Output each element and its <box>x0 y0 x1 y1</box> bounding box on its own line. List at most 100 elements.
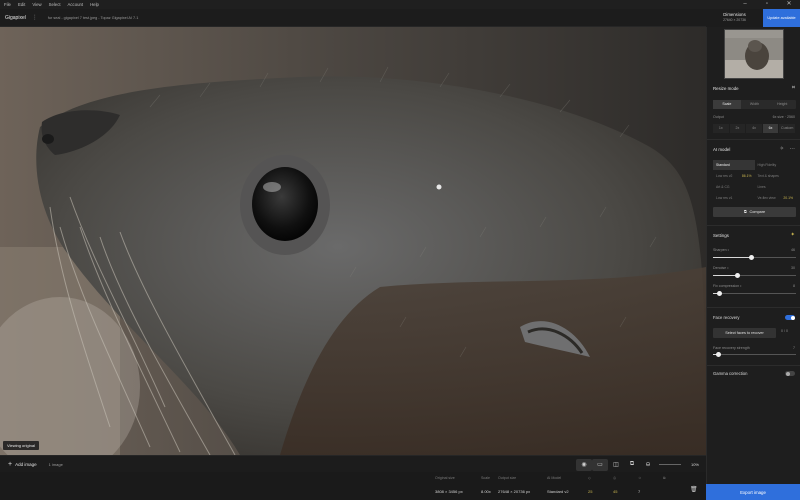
status-value-original: 3808 × 3456 px <box>435 489 463 494</box>
status-bar: Original size 3808 × 3456 px Scale 8.00x… <box>0 472 706 500</box>
status-header-model: AI Model <box>547 476 562 480</box>
image-count: 1 image <box>48 461 63 467</box>
model-lines[interactable]: Lines <box>755 182 797 192</box>
denoise-slider-knob[interactable] <box>735 273 741 278</box>
scale-2x[interactable]: 2x <box>729 124 746 133</box>
app-name: Gigapixel <box>5 14 26 21</box>
zoom-icon[interactable]: ⊖ <box>640 459 656 471</box>
sharpen-slider[interactable] <box>713 255 796 260</box>
export-image-button[interactable]: Export image <box>706 484 800 500</box>
denoise-value: 30 <box>791 266 795 270</box>
tab-width[interactable]: Width <box>741 100 769 109</box>
status-value-denoise: 45 <box>613 489 618 494</box>
model-row: Standard High Fidelity <box>713 160 796 170</box>
faces-count-row: 0 / 0 <box>781 329 795 333</box>
scale-4x[interactable]: 4x <box>746 124 762 133</box>
menu-edit[interactable]: Edit <box>18 2 25 7</box>
denoise-slider[interactable] <box>713 273 796 278</box>
menu-account[interactable]: Account <box>68 2 84 7</box>
face-strength-label: Face recovery strength <box>713 346 750 350</box>
scale-6x[interactable]: 6x <box>762 124 779 133</box>
info-icon[interactable]: • <box>728 248 729 252</box>
denoise-row: Denoise • 30 <box>713 266 795 270</box>
model-high-fidelity[interactable]: High Fidelity <box>755 160 797 170</box>
fix-compression-slider-knob[interactable] <box>717 291 723 296</box>
info-icon[interactable]: • <box>727 266 728 270</box>
trash-icon[interactable]: 🗑 <box>690 486 698 493</box>
gamma-toggle[interactable] <box>785 371 795 376</box>
model-very-compressed[interactable]: Ve-flex view 20.1% <box>755 193 797 203</box>
menu-select[interactable]: Select <box>49 2 61 7</box>
file-path: fur seal - gigapixel 7 test.jpeg - Topaz… <box>47 15 139 20</box>
compare-button[interactable]: ⧉ Compare <box>713 207 796 217</box>
face-strength-row: Face recovery strength 7 <box>713 346 795 350</box>
ai-model-label: AI model <box>713 146 731 152</box>
denoise-label-text: Denoise <box>713 266 727 270</box>
image-viewer[interactable] <box>0 27 706 455</box>
preview-eye-icon[interactable]: ◉ <box>576 458 592 471</box>
model-row: Low res v2 86.1% Text & shapes <box>713 171 796 181</box>
ai-model-actions: ✧ ⋯ <box>780 146 796 152</box>
status-value-model: Standard v2 <box>547 489 569 494</box>
zoom-slider[interactable] <box>659 464 681 465</box>
menu-view[interactable]: View <box>32 2 41 7</box>
model-low-res-v1[interactable]: Low res v1 <box>713 193 755 203</box>
auto-icon[interactable]: ✦ <box>790 232 795 238</box>
settings-panel: Resize mode ⌗ Scale Width Height Output … <box>706 27 800 484</box>
resize-mode-row: Resize mode ⌗ <box>713 85 795 92</box>
navigator-thumbnail[interactable] <box>724 29 784 79</box>
menu-file[interactable]: File <box>4 2 11 7</box>
model-art-cg[interactable]: Art & CG <box>713 182 755 192</box>
menu-help[interactable]: Help <box>90 2 99 7</box>
fix-compression-slider[interactable] <box>713 291 796 296</box>
status-value-sharpen: 25 <box>588 489 593 494</box>
minimize-icon[interactable]: – <box>734 0 756 9</box>
model-low-res-v2[interactable]: Low res v2 86.1% <box>713 171 755 181</box>
fix-compression-label-text: Fix compression <box>713 284 740 288</box>
status-extra-icon: ⧉ <box>663 476 666 480</box>
more-options-icon[interactable]: ⋮ <box>32 14 38 21</box>
maximize-icon[interactable]: ▫ <box>756 0 778 9</box>
faces-count: 0 / 0 <box>781 329 788 333</box>
tab-height[interactable]: Height <box>768 100 796 109</box>
single-view-icon[interactable]: ▭ <box>592 458 608 471</box>
gamma-row: Gamma correction <box>713 371 795 376</box>
more-icon[interactable]: ⋯ <box>790 146 796 152</box>
window-controls: – ▫ ✕ <box>734 0 800 9</box>
status-header-scale: Scale <box>481 476 490 480</box>
side-by-side-icon[interactable]: ⧉ <box>624 459 640 471</box>
sharpen-label: Sharpen • <box>713 248 729 252</box>
scale-custom[interactable]: Custom <box>779 124 795 133</box>
info-icon[interactable]: • <box>740 284 741 288</box>
sparkle-icon[interactable]: ✧ <box>780 146 785 152</box>
model-text-shapes[interactable]: Text & shapes <box>755 171 797 181</box>
sharpen-slider-fill <box>713 257 752 258</box>
plus-icon: + <box>8 460 13 468</box>
split-view-icon[interactable]: ◫ <box>608 459 624 471</box>
tab-scale[interactable]: Scale <box>713 100 741 109</box>
model-standard[interactable]: Standard <box>713 160 755 170</box>
select-faces-button[interactable]: Select faces to recover <box>713 328 776 338</box>
face-recovery-toggle[interactable] <box>785 315 795 320</box>
output-label: Output <box>713 115 724 119</box>
denoise-slider-fill <box>713 275 738 276</box>
denoise-label: Denoise • <box>713 266 728 270</box>
status-value-scale: 8.00x <box>481 489 491 494</box>
zoom-value[interactable]: 10% <box>688 462 702 467</box>
model-grid: Standard High Fidelity Low res v2 86.1% T… <box>713 160 796 204</box>
face-strength-slider-knob[interactable] <box>716 352 722 357</box>
sharpen-slider-knob[interactable] <box>748 255 754 260</box>
viewing-original-label: Viewing original <box>3 441 39 450</box>
update-available-button[interactable]: Update available <box>763 9 800 27</box>
add-image-label: Add image <box>15 461 37 467</box>
add-image-button[interactable]: + Add image <box>8 461 37 468</box>
face-strength-slider[interactable] <box>713 352 796 357</box>
sharpen-row: Sharpen • 46 <box>713 248 795 252</box>
settings-label: Settings <box>713 232 729 238</box>
scale-options: 1x 2x 4x 6x Custom <box>713 124 796 133</box>
crop-icon[interactable]: ⌗ <box>792 85 795 92</box>
output-value: 6x size · 2560 <box>772 115 795 119</box>
output-row: Output 6x size · 2560 <box>713 115 795 119</box>
close-icon[interactable]: ✕ <box>778 0 800 9</box>
scale-1x[interactable]: 1x <box>713 124 729 133</box>
